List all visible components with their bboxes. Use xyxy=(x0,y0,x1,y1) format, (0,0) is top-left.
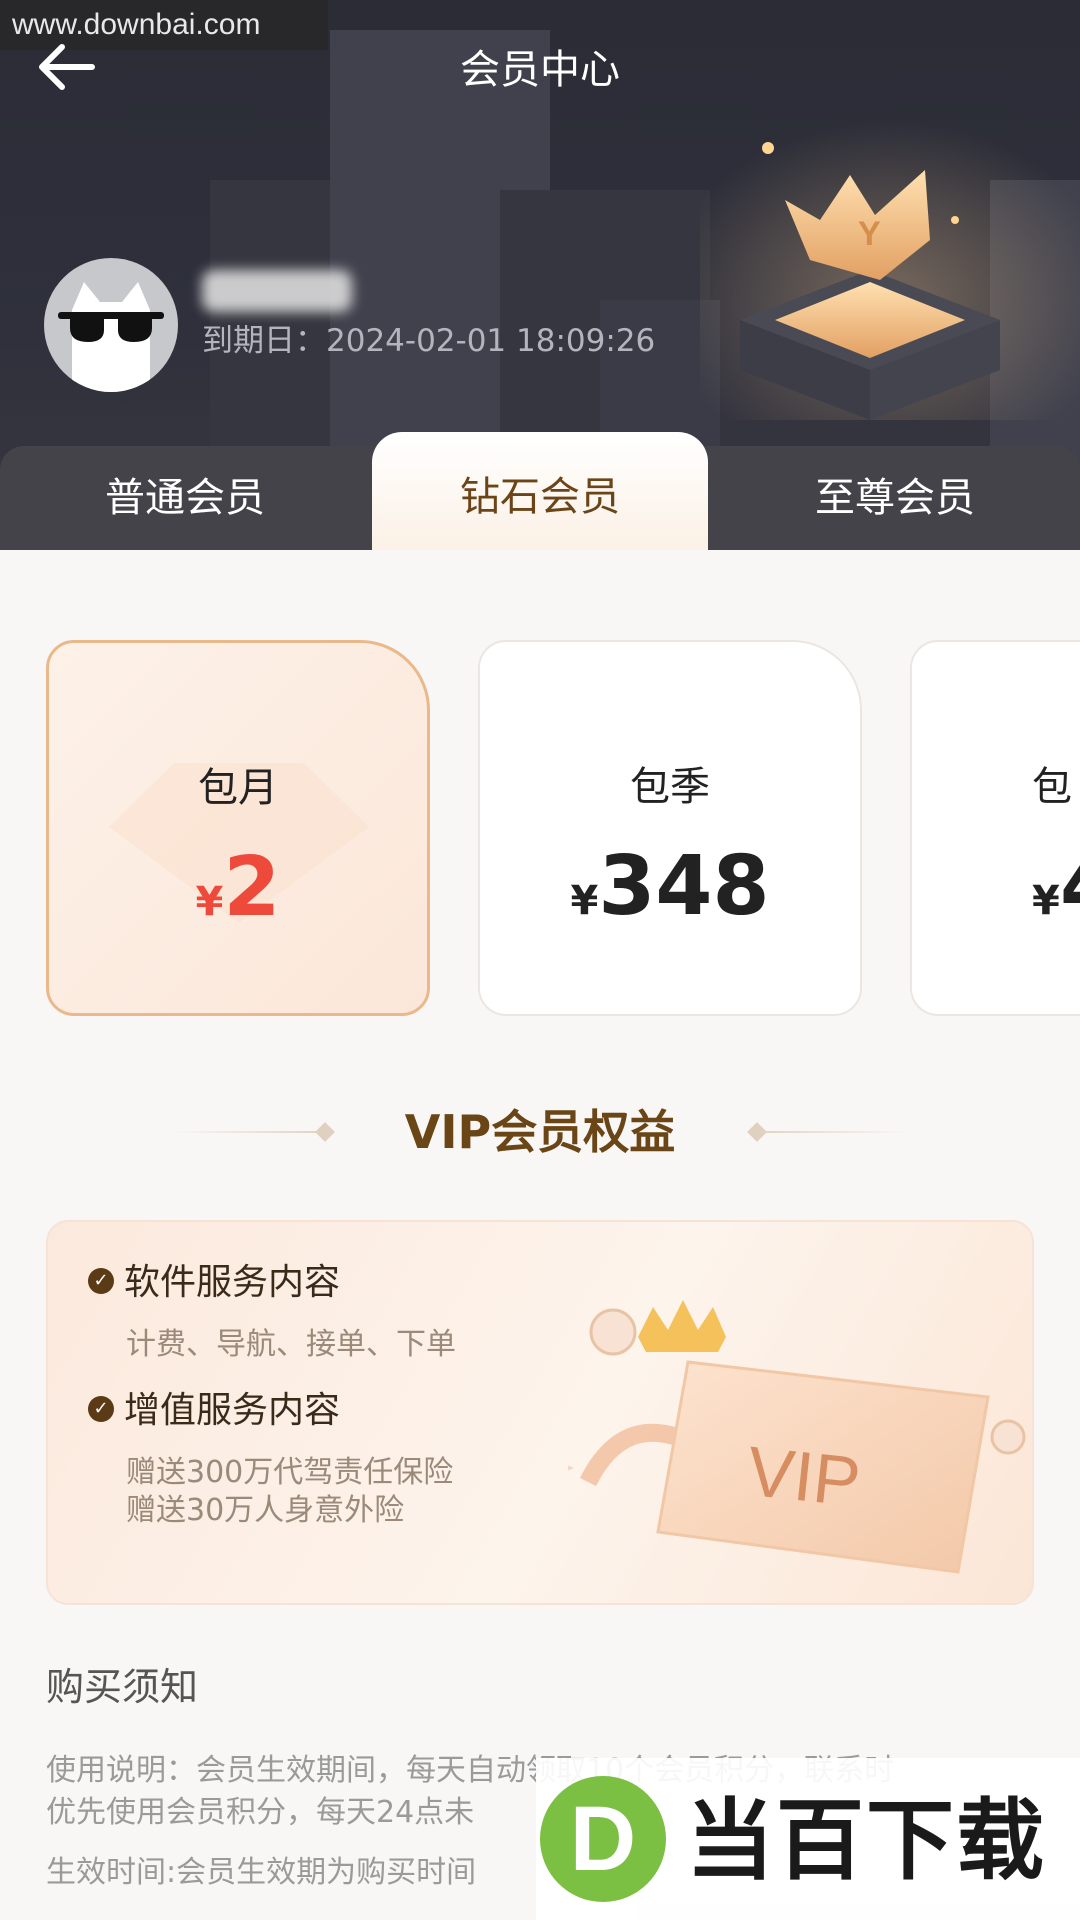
crown-illustration: Y xyxy=(700,120,1080,420)
cat-sunglasses-icon xyxy=(58,282,164,392)
avatar[interactable] xyxy=(44,258,178,392)
benefits-card: VIP ✓ 软件服务内容 计费、导航、接单、下单 ✓ 增值服务内容 赠送300万代驾… xyxy=(46,1220,1034,1605)
divider-right xyxy=(760,1131,910,1133)
benefit-section-heading: ✓ 软件服务内容 xyxy=(88,1258,340,1308)
price-value: 4 xyxy=(1060,839,1080,934)
tab-diamond[interactable]: 钻石会员 xyxy=(372,432,708,550)
benefit-line: 赠送300万代驾责任保险 xyxy=(126,1455,454,1490)
notice-line: 生效时间:会员生效期为购买时间 xyxy=(46,1855,477,1890)
plan-price: ¥2 xyxy=(49,843,427,955)
plan-card-quarterly[interactable]: 包季 ¥348 xyxy=(478,640,862,1016)
benefit-section-heading: ✓ 增值服务内容 xyxy=(88,1386,340,1436)
check-badge-icon: ✓ xyxy=(88,1396,114,1422)
plan-card-partial[interactable]: 包 ¥4 xyxy=(910,640,1080,1016)
purchase-notice-title: 购买须知 xyxy=(46,1665,199,1709)
site-watermark: D 当百下载 xyxy=(536,1758,1080,1920)
plan-price: ¥4 xyxy=(912,842,1080,954)
benefit-line: 赠送30万人身意外险 xyxy=(126,1493,405,1528)
expire-value: 2024-02-01 18:09:26 xyxy=(326,323,656,359)
expire-date: 到期日：2024-02-01 18:09:26 xyxy=(202,320,655,362)
price-value: 348 xyxy=(598,839,770,934)
plan-card-monthly[interactable]: 包月 ¥2 xyxy=(46,640,430,1016)
currency-symbol: ¥ xyxy=(195,879,224,925)
svg-text:Y: Y xyxy=(858,215,881,253)
benefits-title: VIP会员权益 xyxy=(404,1105,676,1159)
page-title: 会员中心 xyxy=(460,47,620,93)
check-badge-icon: ✓ xyxy=(88,1268,114,1294)
tab-supreme[interactable]: 至尊会员 xyxy=(710,446,1080,550)
benefit-heading-text: 软件服务内容 xyxy=(124,1262,341,1303)
currency-symbol: ¥ xyxy=(570,878,599,924)
benefit-line: 计费、导航、接单、下单 xyxy=(126,1327,456,1362)
site-name: 当百下载 xyxy=(686,1789,1047,1892)
vip-art-text: VIP xyxy=(744,1432,864,1521)
expire-label: 到期日： xyxy=(202,323,326,359)
plan-price: ¥348 xyxy=(480,842,860,954)
currency-symbol: ¥ xyxy=(1032,878,1060,924)
site-logo-icon: D xyxy=(540,1776,666,1902)
username-blurred xyxy=(202,270,352,312)
plan-list: 包月 ¥2 包季 ¥348 包 ¥4 xyxy=(0,640,1080,1020)
tab-regular[interactable]: 普通会员 xyxy=(0,446,370,550)
price-value: 2 xyxy=(223,840,281,935)
notice-line: 优先使用会员积分，每天24点未 xyxy=(46,1795,475,1830)
membership-tabs: 普通会员 至尊会员 钻石会员 xyxy=(0,432,1080,550)
plan-name: 包 xyxy=(1032,764,1072,810)
vip-card-illustration: VIP xyxy=(568,1300,1026,1574)
plan-name: 包月 xyxy=(198,765,278,811)
plan-name: 包季 xyxy=(630,764,710,810)
benefit-heading-text: 增值服务内容 xyxy=(124,1390,341,1431)
